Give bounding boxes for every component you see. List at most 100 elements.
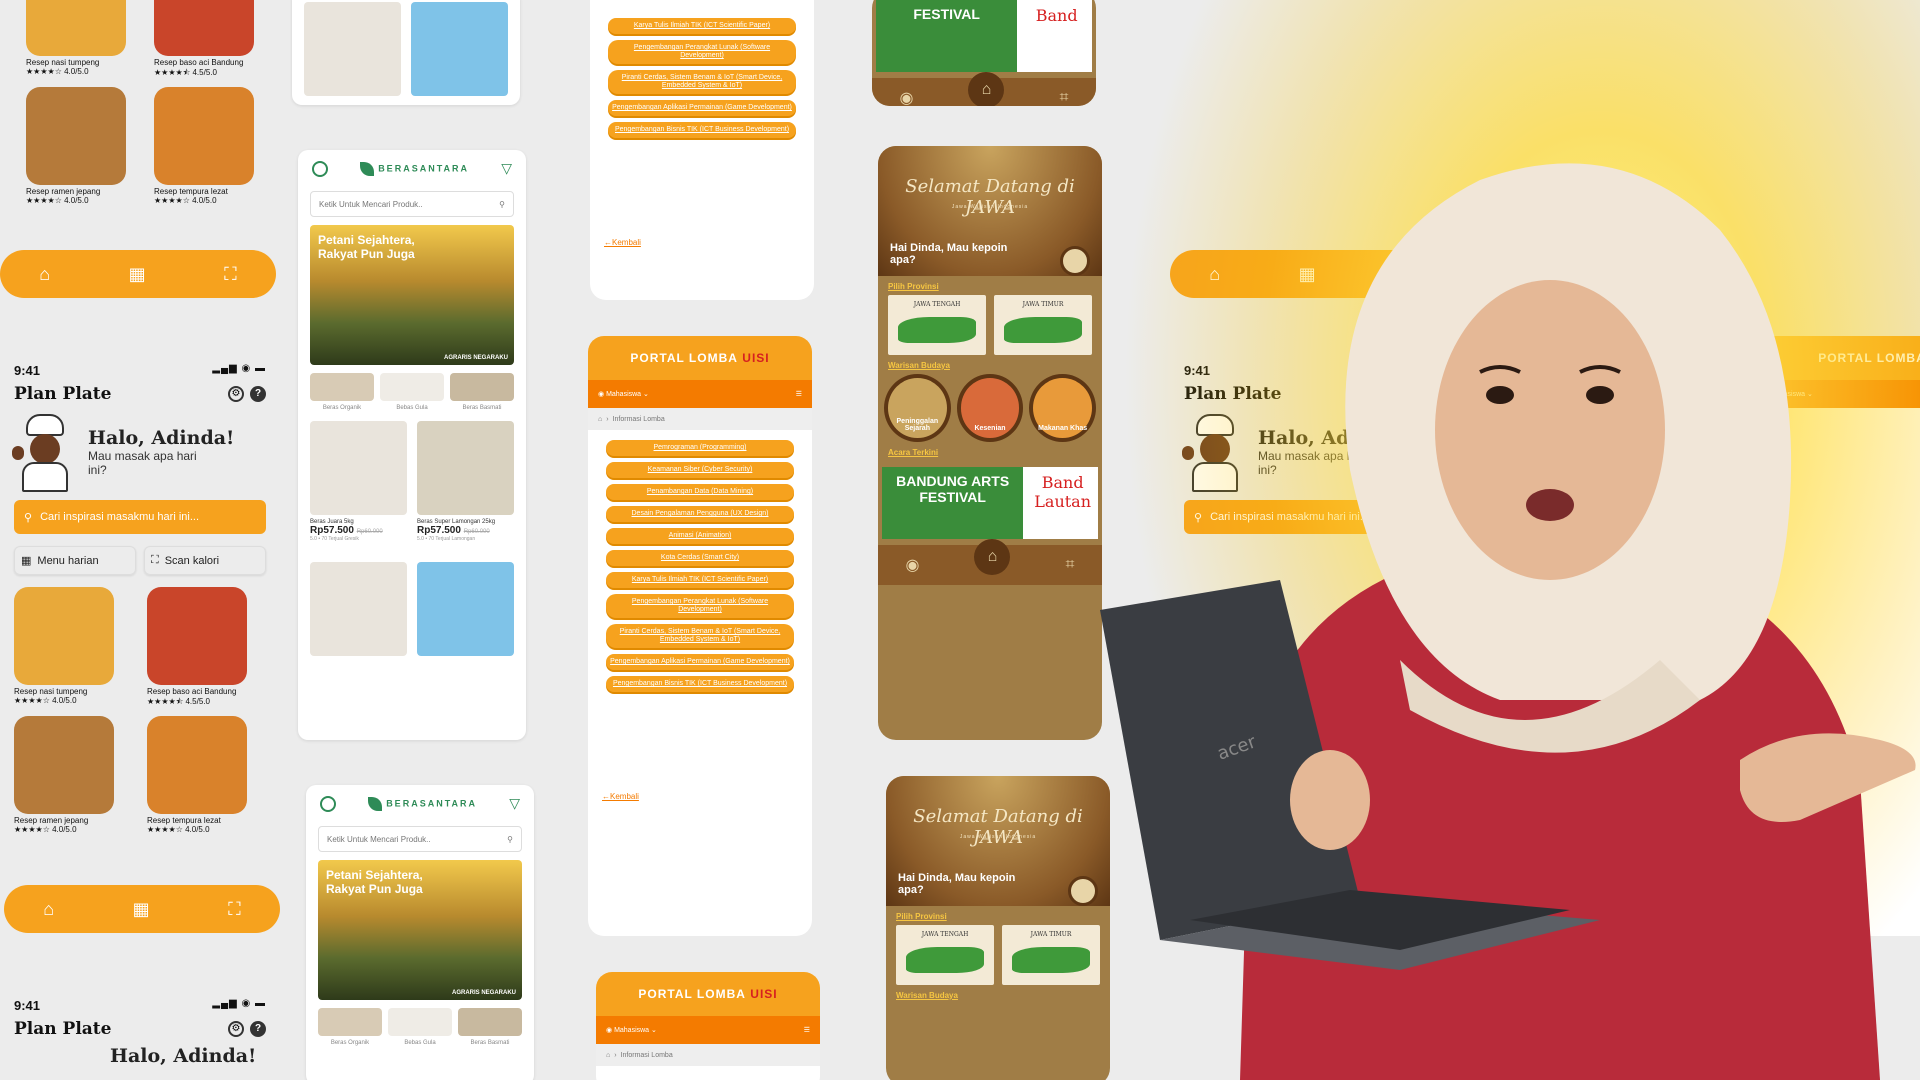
search-icon: ⚲ bbox=[507, 834, 513, 844]
game-icon[interactable]: ⌗ bbox=[1065, 556, 1074, 574]
filter-icon[interactable]: ▽ bbox=[509, 795, 520, 812]
game-icon[interactable]: ⌗ bbox=[1059, 89, 1068, 106]
avatar[interactable] bbox=[1068, 876, 1098, 906]
berasantara-logo: BERASANTARA bbox=[360, 161, 469, 176]
map-icon bbox=[1004, 317, 1082, 343]
bottom-nav: ◉ ⌂ ⌗ bbox=[878, 539, 1102, 585]
scan-kalori-button[interactable]: ⛶ Scan kalori bbox=[144, 546, 266, 575]
culture-card[interactable]: Kesenian bbox=[956, 374, 1024, 442]
culture-card[interactable]: Makanan Khas bbox=[1029, 374, 1097, 442]
event-banner[interactable]: FESTIVAL bbox=[876, 0, 1018, 72]
portal-lomba-screen-lower: PORTAL LOMBA UISI ◉ Mahasiswa ⌄ ☰ ⌂ › Inf… bbox=[596, 972, 820, 1080]
event-banner[interactable]: Band Lautan bbox=[1027, 467, 1098, 539]
menu-harian-button[interactable]: ▦ Menu harian bbox=[14, 546, 136, 575]
status-bar: 9:41 ▂▄▆ ◉ ▬ bbox=[14, 363, 266, 378]
calendar-icon[interactable]: ▦ bbox=[129, 264, 146, 285]
map-icon bbox=[906, 947, 984, 973]
competition-item[interactable]: Desain Pengalaman Pengguna (UX Design) bbox=[606, 506, 794, 522]
settings-icon[interactable]: ⚙ bbox=[228, 386, 244, 402]
signal-icons: ▂▄▆ ◉ ▬ bbox=[212, 363, 266, 374]
breadcrumb: ⌂ › Informasi Lomba bbox=[588, 408, 812, 430]
search-icon: ⚲ bbox=[499, 199, 505, 209]
profile-icon[interactable]: ◉ bbox=[900, 88, 914, 106]
food-card[interactable]: Resep baso aci Bandung ★★★★⯪ 4.5/5.0 bbox=[147, 587, 266, 710]
competition-item[interactable]: Pemrograman (Programming) bbox=[606, 440, 794, 456]
home-icon[interactable]: ⌂ bbox=[598, 416, 602, 423]
app-title: Plan Plate bbox=[14, 384, 112, 404]
product-card[interactable]: Beras Juara 5kg Rp57.500 Rp60.000 5.0 • 70… bbox=[310, 421, 407, 542]
hero-banner[interactable]: Petani Sejahtera, Rakyat Pun Juga AGRARIS… bbox=[310, 225, 514, 365]
search-input[interactable]: Ketik Untuk Mencari Produk.. ⚲ bbox=[318, 826, 522, 852]
berasantara-screen-lower: BERASANTARA ▽ Ketik Untuk Mencari Produk… bbox=[306, 785, 534, 1080]
settings-icon[interactable]: ⚙ bbox=[228, 1021, 244, 1037]
competition-item[interactable]: Pengembangan Perangkat Lunak (Software D… bbox=[606, 594, 794, 618]
avatar[interactable] bbox=[1060, 246, 1090, 276]
back-link[interactable]: ←Kembali bbox=[588, 792, 812, 801]
food-card[interactable]: Resep nasi tumpeng ★★★★☆ 4.0/5.0 bbox=[26, 0, 140, 81]
category-item[interactable]: Beras Organik bbox=[310, 373, 374, 411]
food-card[interactable]: Resep tempura lezat ★★★★☆ 4.0/5.0 bbox=[147, 716, 266, 834]
back-link[interactable]: ←Kembali bbox=[590, 238, 814, 247]
home-icon[interactable]: ⌂ bbox=[974, 539, 1011, 575]
culture-list: Peninggalan Sejarah Kesenian Makanan Kha… bbox=[878, 374, 1102, 442]
user-icon: ◉ bbox=[598, 391, 605, 398]
role-selector[interactable]: ◉ Mahasiswa ⌄ bbox=[606, 1026, 657, 1034]
food-card[interactable]: Resep baso aci Bandung ★★★★⯪ 4.5/5.0 bbox=[154, 0, 268, 81]
province-list: JAWA TENGAH JAWA TIMUR bbox=[878, 295, 1102, 355]
jawa-greeting: Hai Dinda, Mau kepoin apa? bbox=[890, 242, 1008, 266]
jawa-top-partial: FESTIVAL Band ◉ ⌂ ⌗ bbox=[872, 0, 1096, 106]
help-icon[interactable]: ? bbox=[250, 386, 266, 402]
profile-icon[interactable] bbox=[320, 795, 336, 812]
category-item[interactable]: Bebas Gula bbox=[380, 373, 444, 411]
map-icon bbox=[898, 317, 976, 343]
food-grid-top: Resep nasi tumpeng ★★★★☆ 4.0/5.0 Resep ba… bbox=[12, 0, 282, 211]
hero-banner[interactable]: Petani Sejahtera, Rakyat Pun Juga AGRARIS… bbox=[318, 860, 522, 1000]
event-banner[interactable]: BANDUNG ARTS FESTIVAL bbox=[882, 467, 1024, 539]
profile-icon[interactable]: ◉ bbox=[906, 555, 920, 575]
home-icon[interactable]: ⌂ bbox=[606, 1052, 610, 1059]
food-card[interactable]: Resep nasi tumpeng ★★★★☆ 4.0/5.0 bbox=[14, 587, 133, 710]
competition-item[interactable]: Penambangan Data (Data Mining) bbox=[606, 484, 794, 500]
home-icon[interactable]: ⌂ bbox=[39, 264, 50, 285]
greeting-hero: Halo, Adinda! Mau masak apa hari ini? bbox=[0, 410, 280, 494]
app-header: Plan Plate ⚙? bbox=[0, 378, 280, 410]
menu-icon[interactable]: ☰ bbox=[796, 390, 802, 398]
scan-icon[interactable]: ⛶ bbox=[224, 264, 237, 285]
competition-item[interactable]: Pengembangan Bisnis TIK (ICT Business De… bbox=[606, 676, 794, 692]
home-icon[interactable]: ⌂ bbox=[43, 899, 54, 920]
competition-item[interactable]: Keamanan Siber (Cyber Security) bbox=[606, 462, 794, 478]
product-card[interactable]: Beras Super Lamongan 25kg Rp57.500 Rp60.0… bbox=[417, 421, 514, 542]
role-selector[interactable]: ◉ Mahasiswa ⌄ bbox=[598, 390, 649, 398]
competition-item[interactable]: Kota Cerdas (Smart City) bbox=[606, 550, 794, 566]
culture-card[interactable]: Peninggalan Sejarah bbox=[884, 374, 951, 442]
competition-list: Pemrograman (Programming) Keamanan Siber… bbox=[588, 430, 812, 702]
jawa-screen-lower: Selamat Datang di JAWA Jawa Warisan Indo… bbox=[886, 776, 1110, 1080]
calendar-icon[interactable]: ▦ bbox=[133, 899, 150, 920]
jawa-screen: Selamat Datang di JAWA Jawa Warisan Indo… bbox=[878, 146, 1102, 740]
profile-icon[interactable] bbox=[312, 160, 328, 177]
food-card[interactable]: Resep tempura lezat ★★★★☆ 4.0/5.0 bbox=[154, 87, 268, 205]
competition-item[interactable]: Animasi (Animation) bbox=[606, 528, 794, 544]
help-icon[interactable]: ? bbox=[250, 1021, 266, 1037]
province-card[interactable]: JAWA TIMUR bbox=[994, 295, 1092, 355]
bottom-nav: ⌂ ▦ ⛶ bbox=[4, 885, 280, 933]
menu-icon[interactable]: ☰ bbox=[804, 1026, 810, 1034]
food-card[interactable]: Resep ramen jepang ★★★★☆ 4.0/5.0 bbox=[26, 87, 140, 205]
berasantara-top-partial bbox=[292, 0, 520, 105]
scan-icon[interactable]: ⛶ bbox=[228, 899, 241, 920]
province-card[interactable]: JAWA TENGAH bbox=[888, 295, 986, 355]
competition-item[interactable]: Karya Tulis Ilmiah TIK (ICT Scientific P… bbox=[606, 572, 794, 588]
competition-item[interactable]: Piranti Cerdas, Sistem Benam & IoT (Smar… bbox=[606, 624, 794, 648]
category-item[interactable]: Beras Basmati bbox=[450, 373, 514, 411]
home-icon[interactable]: ⌂ bbox=[968, 72, 1005, 106]
chef-illustration bbox=[10, 412, 80, 492]
search-input[interactable]: ⚲ Cari inspirasi masakmu hari ini... bbox=[14, 500, 266, 534]
competition-item[interactable]: Pengembangan Aplikasi Permainan (Game De… bbox=[606, 654, 794, 670]
portal-lomba-top-partial: Karya Tulis Ilmiah TIK (ICT Scientific P… bbox=[590, 0, 814, 300]
search-input[interactable]: Ketik Untuk Mencari Produk.. ⚲ bbox=[310, 191, 514, 217]
filter-icon[interactable]: ▽ bbox=[501, 160, 512, 177]
presenter-photo: acer bbox=[1100, 163, 1916, 1080]
jawa-header: Selamat Datang di JAWA Jawa Warisan Indo… bbox=[878, 146, 1102, 276]
food-card[interactable]: Resep ramen jepang ★★★★☆ 4.0/5.0 bbox=[14, 716, 133, 834]
portal-lomba-column: Karya Tulis Ilmiah TIK (ICT Scientific P… bbox=[580, 0, 870, 1080]
